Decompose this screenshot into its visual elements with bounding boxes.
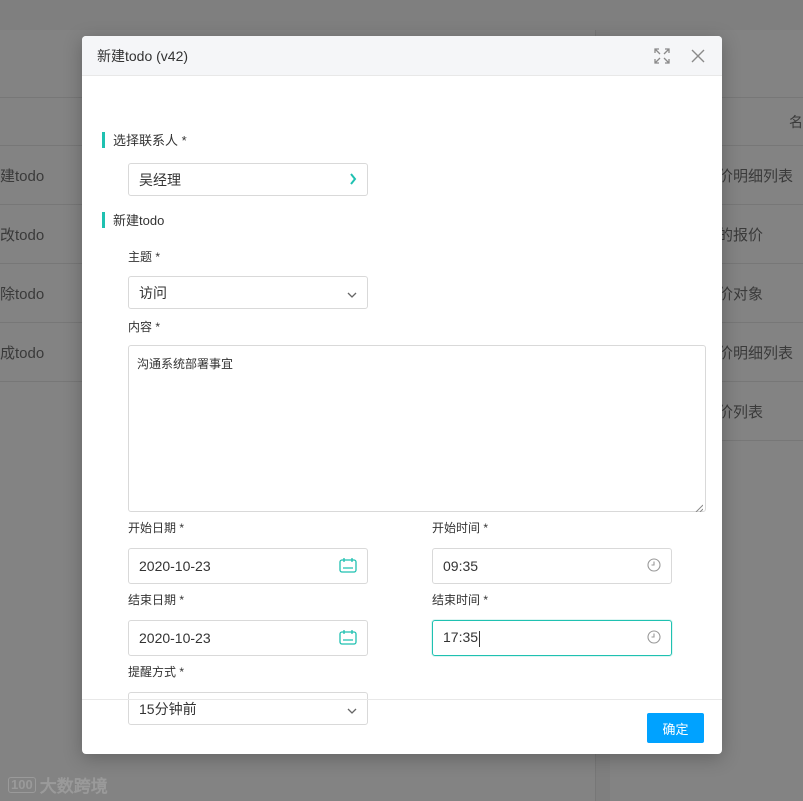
calendar-icon[interactable] [339, 557, 357, 576]
contact-selector[interactable]: 吴经理 [128, 163, 368, 196]
section-new-todo: 新建todo [102, 210, 164, 229]
start-time-label: 开始时间 * [432, 521, 489, 535]
dialog-header: 新建todo (v42) [82, 36, 722, 76]
clock-icon[interactable] [647, 557, 661, 575]
watermark-text: 大数跨境 [39, 777, 108, 796]
end-date-label: 结束日期 * [128, 593, 185, 607]
fullscreen-icon[interactable] [652, 46, 672, 66]
content-value: 沟通系统部署事宜 [137, 357, 234, 371]
content-textarea[interactable]: 沟通系统部署事宜 [128, 345, 706, 513]
section-title: 新建todo [113, 213, 165, 228]
confirm-button[interactable]: 确定 [647, 713, 704, 743]
subject-value: 访问 [139, 284, 167, 301]
end-time-input[interactable]: 17:35 [432, 620, 672, 656]
end-date-input[interactable]: 2020-10-23 [128, 620, 368, 656]
resize-grip-icon[interactable] [695, 501, 704, 513]
start-time-input[interactable]: 09:35 [432, 548, 672, 584]
new-todo-dialog: 新建todo (v42) 选择联系人 * 吴经理 新建todo 主题 * 访问 … [82, 36, 722, 754]
section-select-contact: 选择联系人 * [102, 130, 187, 149]
chevron-right-icon [349, 172, 357, 188]
watermark: 100 大数跨境 [8, 772, 108, 797]
subject-label: 主题 * [128, 250, 161, 264]
contact-value: 吴经理 [139, 171, 181, 188]
calendar-icon[interactable] [339, 629, 357, 648]
start-date-value: 2020-10-23 [139, 558, 211, 574]
text-caret [479, 630, 481, 647]
section-accent-bar [102, 131, 105, 148]
start-time-value: 09:35 [443, 558, 479, 574]
start-date-input[interactable]: 2020-10-23 [128, 548, 368, 584]
close-icon[interactable] [688, 46, 708, 66]
background-header-label: 名 [789, 114, 803, 130]
dialog-body: 选择联系人 * 吴经理 新建todo 主题 * 访问 内容 * 沟通系统部署事宜 [82, 77, 722, 725]
section-accent-bar [102, 211, 105, 228]
end-time-value-wrap: 17:35 [443, 629, 647, 647]
dialog-footer: 确定 [82, 699, 722, 754]
dialog-title: 新建todo (v42) [97, 47, 189, 64]
start-date-label: 开始日期 * [128, 521, 185, 535]
watermark-logo: 100 [8, 776, 36, 793]
end-date-value: 2020-10-23 [139, 630, 211, 646]
end-time-label: 结束时间 * [432, 593, 489, 607]
reminder-label: 提醒方式 * [128, 665, 185, 679]
end-time-value: 17:35 [443, 629, 479, 646]
subject-select[interactable]: 访问 [128, 276, 368, 309]
chevron-down-icon [347, 285, 357, 301]
section-title: 选择联系人 * [113, 133, 187, 148]
content-label: 内容 * [128, 320, 161, 334]
clock-icon[interactable] [647, 629, 661, 647]
